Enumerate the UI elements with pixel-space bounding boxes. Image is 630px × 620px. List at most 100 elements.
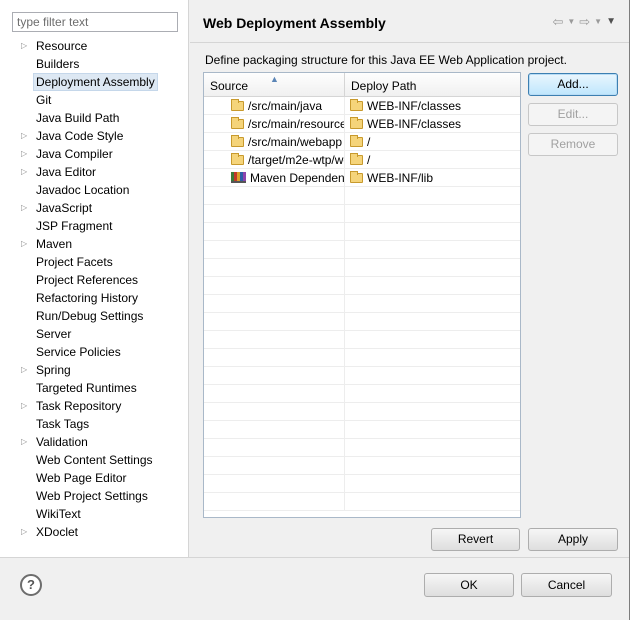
cancel-button[interactable]: Cancel [521,573,612,597]
tree-item-builders[interactable]: Builders [0,55,188,73]
tree-item-label: Targeted Runtimes [36,381,137,395]
tree-item-web-project-settings[interactable]: Web Project Settings [0,487,188,505]
page-navigation: ⇦ ▼ ⇨ ▼ ▼ [552,14,616,30]
property-pages-tree: ▷ Resource Builders Deployment Assembly Git J… [0,37,188,541]
column-header-label: Deploy Path [351,79,417,93]
assembly-table[interactable]: Source ▲ Deploy Path /src/main/java WEB-I… [203,72,521,518]
tree-item-label: Resource [36,39,88,53]
tree-item-javadoc-location[interactable]: Javadoc Location [0,181,188,199]
apply-button[interactable]: Apply [528,528,618,551]
empty-cell [204,403,345,421]
empty-cell [204,367,345,385]
empty-table-row [204,385,520,403]
tree-item-label: Run/Debug Settings [36,309,144,323]
empty-cell [204,223,345,241]
tree-item-label: Builders [36,57,80,71]
table-row[interactable]: /src/main/java WEB-INF/classes [204,97,520,115]
tree-item-javascript[interactable]: ▷ JavaScript [0,199,188,217]
empty-cell [204,313,345,331]
table-header: Source ▲ Deploy Path [204,73,520,97]
page-title: Web Deployment Assembly [203,15,386,31]
deploy-path-cell: WEB-INF/classes [345,115,520,133]
page-description: Define packaging structure for this Java… [205,53,567,67]
tree-item-service-policies[interactable]: Service Policies [0,343,188,361]
tree-item-task-tags[interactable]: Task Tags [0,415,188,433]
source-cell: /target/m2e-wtp/web-resources [204,151,345,169]
tree-item-java-compiler[interactable]: ▷ Java Compiler [0,145,188,163]
tree-item-run-debug-settings[interactable]: Run/Debug Settings [0,307,188,325]
tree-item-web-page-editor[interactable]: Web Page Editor [0,469,188,487]
expand-arrow-icon[interactable]: ▷ [21,235,31,253]
empty-cell [204,241,345,259]
expand-arrow-icon[interactable]: ▷ [21,523,31,541]
tree-item-label: Java Compiler [36,147,113,161]
filter-input[interactable] [12,12,178,32]
tree-item-label: Task Repository [36,399,122,413]
back-dropdown-icon[interactable]: ▼ [567,14,575,30]
tree-item-label: Project References [36,273,139,287]
tree-item-refactoring-history[interactable]: Refactoring History [0,289,188,307]
table-row[interactable]: Maven Dependencies WEB-INF/lib [204,169,520,187]
empty-cell [204,475,345,493]
tree-item-java-editor[interactable]: ▷ Java Editor [0,163,188,181]
table-row[interactable]: /src/main/webapp / [204,133,520,151]
tree-item-git[interactable]: Git [0,91,188,109]
tree-item-targeted-runtimes[interactable]: Targeted Runtimes [0,379,188,397]
tree-item-java-build-path[interactable]: Java Build Path [0,109,188,127]
tree-item-web-content-settings[interactable]: Web Content Settings [0,451,188,469]
page-header: Web Deployment Assembly ⇦ ▼ ⇨ ▼ ▼ [190,0,630,44]
tree-item-wikitext[interactable]: WikiText [0,505,188,523]
back-arrow-icon[interactable]: ⇦ [552,14,563,30]
source-cell: /src/main/java [204,97,345,115]
empty-table-row [204,421,520,439]
expand-arrow-icon[interactable]: ▷ [21,145,31,163]
tree-item-validation[interactable]: ▷ Validation [0,433,188,451]
tree-item-project-references[interactable]: Project References [0,271,188,289]
tree-item-resource[interactable]: ▷ Resource [0,37,188,55]
view-menu-icon[interactable]: ▼ [606,14,616,30]
empty-table-row [204,295,520,313]
tree-item-label: Javadoc Location [36,183,130,197]
help-icon[interactable]: ? [20,574,42,596]
tree-item-label: Task Tags [36,417,90,431]
expand-arrow-icon[interactable]: ▷ [21,361,31,379]
expand-arrow-icon[interactable]: ▷ [21,397,31,415]
column-header-source[interactable]: Source ▲ [204,73,345,97]
ok-button[interactable]: OK [424,573,514,597]
table-row[interactable]: /target/m2e-wtp/web-resources / [204,151,520,169]
expand-arrow-icon[interactable]: ▷ [21,37,31,55]
tree-item-spring[interactable]: ▷ Spring [0,361,188,379]
forward-dropdown-icon[interactable]: ▼ [594,14,602,30]
expand-arrow-icon[interactable]: ▷ [21,433,31,451]
expand-arrow-icon[interactable]: ▷ [21,199,31,217]
source-label: /src/main/resources [248,117,345,131]
table-row[interactable]: /src/main/resources WEB-INF/classes [204,115,520,133]
empty-cell [204,349,345,367]
remove-button[interactable]: Remove [528,133,618,156]
tree-item-project-facets[interactable]: Project Facets [0,253,188,271]
tree-item-maven[interactable]: ▷ Maven [0,235,188,253]
tree-item-deployment-assembly[interactable]: Deployment Assembly [0,73,188,91]
property-pages-pane: ▷ Resource Builders Deployment Assembly Git J… [0,0,189,557]
empty-table-row [204,367,520,385]
tree-item-task-repository[interactable]: ▷ Task Repository [0,397,188,415]
folder-icon [350,153,363,165]
revert-button[interactable]: Revert [431,528,520,551]
folder-icon [231,135,244,147]
tree-item-label: Validation [36,435,88,449]
tree-item-xdoclet[interactable]: ▷ XDoclet [0,523,188,541]
empty-cell [204,187,345,205]
deploy-path-cell: WEB-INF/classes [345,97,520,115]
tree-item-java-code-style[interactable]: ▷ Java Code Style [0,127,188,145]
tree-item-label: JavaScript [36,201,93,215]
tree-item-jsp-fragment[interactable]: JSP Fragment [0,217,188,235]
expand-arrow-icon[interactable]: ▷ [21,127,31,145]
column-header-deploy-path[interactable]: Deploy Path [345,73,520,97]
add-button[interactable]: Add... [528,73,618,96]
tree-item-label: XDoclet [36,525,79,539]
tree-item-server[interactable]: Server [0,325,188,343]
empty-cell [204,421,345,439]
edit-button[interactable]: Edit... [528,103,618,126]
expand-arrow-icon[interactable]: ▷ [21,163,31,181]
forward-arrow-icon[interactable]: ⇨ [579,14,590,30]
